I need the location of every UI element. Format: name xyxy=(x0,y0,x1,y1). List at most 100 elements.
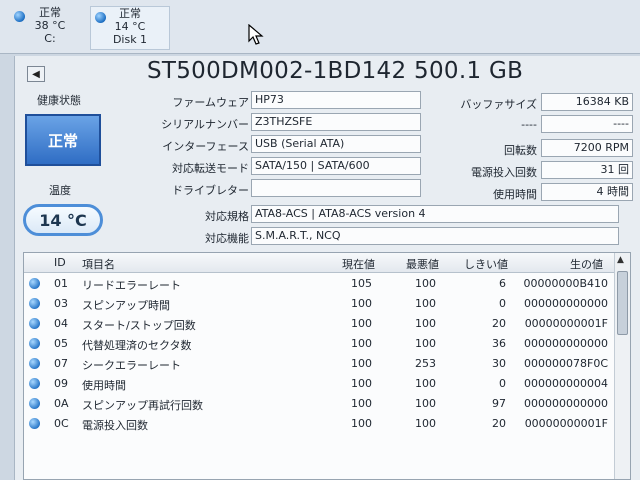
disk-tab-disk1[interactable]: 正常 14 °C Disk 1 xyxy=(90,6,170,50)
cell-name: リードエラーレート xyxy=(82,279,181,292)
cell-name: 電源投入回数 xyxy=(82,419,148,432)
health-status-button[interactable]: 正常 xyxy=(25,114,101,166)
firmware-field: HP73 xyxy=(251,91,421,109)
cell-threshold: 0 xyxy=(499,377,506,390)
cell-threshold: 6 xyxy=(499,277,506,290)
disk-selector-bar: 正常 38 °C C: 正常 14 °C Disk 1 xyxy=(0,0,640,54)
cell-threshold: 36 xyxy=(492,337,506,350)
cell-raw: 00000000001F xyxy=(524,317,608,330)
cell-name: シークエラーレート xyxy=(82,359,181,372)
cell-name: スピンアップ再試行回数 xyxy=(82,399,203,412)
cell-worst: 100 xyxy=(415,397,436,410)
cell-raw: 000000000000 xyxy=(524,297,608,310)
cell-id: 0C xyxy=(54,417,69,430)
cell-worst: 100 xyxy=(415,417,436,430)
cell-threshold: 97 xyxy=(492,397,506,410)
cell-name: 代替処理済のセクタ数 xyxy=(82,339,192,352)
temperature-display[interactable]: 14 °C xyxy=(23,204,103,236)
rotation-rate-field: 7200 RPM xyxy=(541,139,633,157)
cell-current: 100 xyxy=(351,397,372,410)
table-row[interactable]: 07 シークエラーレート 100 253 30 000000078F0C xyxy=(24,354,614,374)
cell-current: 100 xyxy=(351,377,372,390)
col-id[interactable]: ID xyxy=(54,256,66,269)
cell-threshold: 20 xyxy=(492,417,506,430)
unknown-label: ---- xyxy=(521,118,537,131)
table-header: ID 項目名 現在値 最悪値 しきい値 生の値 xyxy=(24,253,614,273)
cell-threshold: 20 xyxy=(492,317,506,330)
mouse-cursor-icon xyxy=(248,24,264,45)
cell-current: 100 xyxy=(351,417,372,430)
standard-field: ATA8-ACS | ATA8-ACS version 4 xyxy=(251,205,619,223)
cell-worst: 253 xyxy=(415,357,436,370)
status-icon xyxy=(29,298,40,309)
cell-id: 03 xyxy=(54,297,68,310)
features-label: 対応機能 xyxy=(205,232,249,245)
features-field: S.M.A.R.T., NCQ xyxy=(251,227,619,245)
cell-worst: 100 xyxy=(415,277,436,290)
cell-raw: 000000000004 xyxy=(524,377,608,390)
cell-threshold: 0 xyxy=(499,297,506,310)
health-label: 健康状態 xyxy=(37,94,81,107)
serial-field: Z3THZSFE xyxy=(251,113,421,131)
cell-id: 09 xyxy=(54,377,68,390)
cell-raw: 000000000000 xyxy=(524,397,608,410)
disk-name: C: xyxy=(44,32,56,45)
cell-name: スタート/ストップ回数 xyxy=(82,319,196,332)
transfer-mode-field: SATA/150 | SATA/600 xyxy=(251,157,421,175)
health-status-icon xyxy=(14,11,25,22)
cell-current: 100 xyxy=(351,297,372,310)
cell-id: 0A xyxy=(54,397,69,410)
disk-info-pane: ◀ ST500DM002-1BD142 500.1 GB 健康状態 正常 温度 … xyxy=(14,56,640,480)
col-raw[interactable]: 生の値 xyxy=(570,256,603,272)
serial-label: シリアルナンバー xyxy=(161,118,249,131)
table-row[interactable]: 01 リードエラーレート 105 100 6 00000000B410 xyxy=(24,274,614,294)
standard-label: 対応規格 xyxy=(205,210,249,223)
scroll-up-icon[interactable]: ▲ xyxy=(617,255,624,265)
status-icon xyxy=(29,398,40,409)
table-row[interactable]: 03 スピンアップ時間 100 100 0 000000000000 xyxy=(24,294,614,314)
power-on-count-field: 31 回 xyxy=(541,161,633,179)
power-on-count-label: 電源投入回数 xyxy=(471,166,537,179)
drive-letter-label: ドライブレター xyxy=(172,184,249,197)
cell-worst: 100 xyxy=(415,297,436,310)
table-row[interactable]: 09 使用時間 100 100 0 000000000004 xyxy=(24,374,614,394)
cell-current: 100 xyxy=(351,337,372,350)
cell-worst: 100 xyxy=(415,317,436,330)
status-icon xyxy=(29,278,40,289)
buffer-size-label: バッファサイズ xyxy=(460,98,537,111)
col-threshold[interactable]: しきい値 xyxy=(464,256,508,272)
scroll-thumb[interactable] xyxy=(617,271,628,335)
interface-label: インターフェース xyxy=(162,140,249,153)
cell-worst: 100 xyxy=(415,337,436,350)
interface-field: USB (Serial ATA) xyxy=(251,135,421,153)
disk-tab-c[interactable]: 正常 38 °C C: xyxy=(10,6,90,50)
status-icon xyxy=(29,358,40,369)
firmware-label: ファームウェア xyxy=(172,96,249,109)
previous-disk-button[interactable]: ◀ xyxy=(27,66,45,82)
cell-id: 07 xyxy=(54,357,68,370)
cell-current: 105 xyxy=(351,277,372,290)
cell-current: 100 xyxy=(351,357,372,370)
smart-attribute-table: ID 項目名 現在値 最悪値 しきい値 生の値 01 リードエラーレート 105… xyxy=(23,252,631,480)
cell-raw: 000000000000 xyxy=(524,337,608,350)
col-name[interactable]: 項目名 xyxy=(82,256,115,272)
health-status-icon xyxy=(95,12,106,23)
drive-letter-field xyxy=(251,179,421,197)
status-icon xyxy=(29,418,40,429)
table-row[interactable]: 05 代替処理済のセクタ数 100 100 36 000000000000 xyxy=(24,334,614,354)
col-worst[interactable]: 最悪値 xyxy=(406,256,439,272)
cell-raw: 00000000001F xyxy=(524,417,608,430)
col-current[interactable]: 現在値 xyxy=(342,256,375,272)
cell-worst: 100 xyxy=(415,377,436,390)
cell-raw: 00000000B410 xyxy=(523,277,608,290)
cell-current: 100 xyxy=(351,317,372,330)
table-row[interactable]: 0C 電源投入回数 100 100 20 00000000001F xyxy=(24,414,614,434)
cell-id: 05 xyxy=(54,337,68,350)
status-icon xyxy=(29,338,40,349)
table-row[interactable]: 04 スタート/ストップ回数 100 100 20 00000000001F xyxy=(24,314,614,334)
temperature-label: 温度 xyxy=(49,184,71,197)
buffer-size-field: 16384 KB xyxy=(541,93,633,111)
cell-name: 使用時間 xyxy=(82,379,126,392)
table-scrollbar[interactable]: ▲ xyxy=(614,253,630,479)
table-row[interactable]: 0A スピンアップ再試行回数 100 100 97 000000000000 xyxy=(24,394,614,414)
